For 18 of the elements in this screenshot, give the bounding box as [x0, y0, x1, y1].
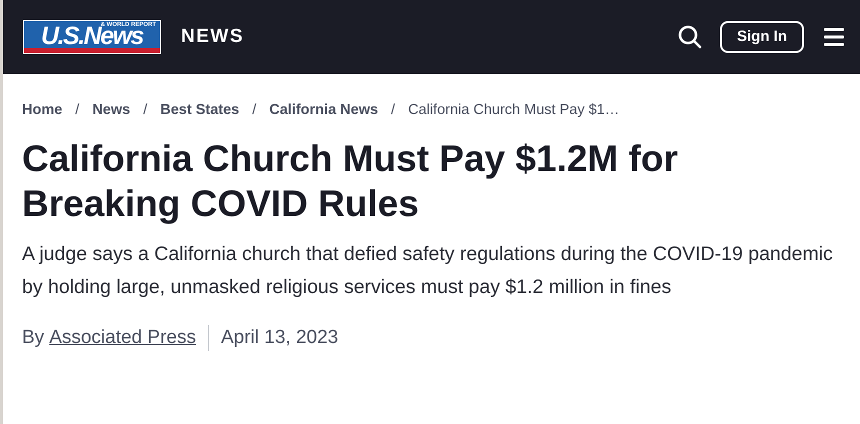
article-summary: A judge says a California church that defied safety regulations during the COVID-19 pandemic by holding large, unmasked religious services must pay $1.2 million in fines — [22, 242, 834, 300]
section-title[interactable]: NEWS — [181, 22, 244, 52]
author-link[interactable]: Associated Press — [49, 324, 196, 352]
search-icon[interactable] — [678, 25, 702, 49]
breadcrumb-current: California Church Must Pay $1… — [408, 101, 620, 120]
article-title: California Church Must Pay $1.2M for Breaking COVID Rules — [22, 136, 679, 226]
menu-icon[interactable] — [824, 28, 844, 46]
breadcrumb-separator: / — [391, 101, 396, 120]
sign-in-button[interactable]: Sign In — [720, 21, 804, 53]
breadcrumb-separator: / — [143, 101, 148, 120]
publish-date: April 13, 2023 — [220, 326, 338, 350]
breadcrumb-separator: / — [75, 101, 80, 120]
breadcrumb-link[interactable]: California News — [269, 100, 378, 122]
breadcrumb-link[interactable]: News — [92, 100, 130, 122]
breadcrumb-link[interactable]: Home — [22, 100, 62, 122]
breadcrumb-link[interactable]: Best States — [160, 100, 240, 122]
breadcrumb-separator: / — [252, 101, 256, 120]
byline-prefix: By — [22, 326, 44, 350]
